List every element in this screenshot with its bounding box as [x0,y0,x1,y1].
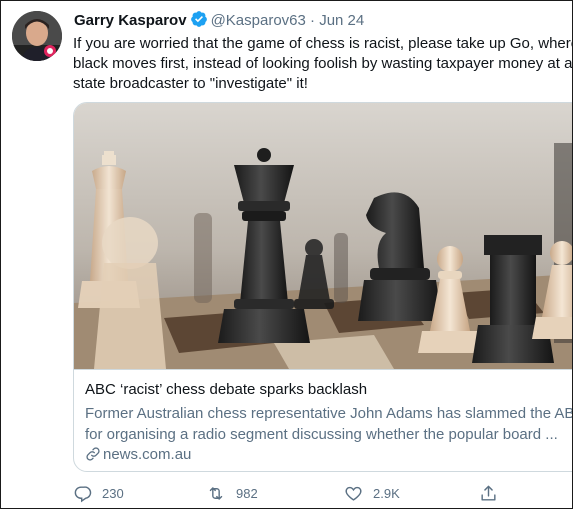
share-icon [479,484,498,503]
header-separator: · [310,12,316,29]
card-description-line: Former Australian chess representative J… [85,405,573,422]
link-icon [85,446,101,468]
heart-icon [344,484,363,503]
card-title[interactable]: ABC ‘racist’ chess debate sparks backlas… [85,380,367,400]
verified-badge-icon [190,10,208,35]
card-description-line: for organising a radio segment discussin… [85,426,558,443]
retweet-count: 982 [236,485,258,501]
like-count: 2.9K [373,485,400,501]
share-button[interactable] [479,481,498,505]
card-image[interactable] [74,103,572,369]
card-body[interactable]: ABC ‘racist’ chess debate sparks backlas… [74,369,573,471]
reply-icon [73,484,92,503]
link-preview-card[interactable]: ABC ‘racist’ chess debate sparks backlas… [73,102,573,472]
avatar[interactable] [12,11,62,61]
retweet-icon [206,484,226,503]
tweet-date[interactable]: Jun 24 [319,12,364,29]
reply-count: 230 [102,485,124,501]
like-button[interactable]: 2.9K [344,481,400,505]
retweet-button[interactable]: 982 [206,481,258,505]
tweet-frame: Garry Kasparov @Kasparov63 · Jun 24 If yo… [0,0,573,509]
tweet-text-line: If you are worried that the game of ches… [73,35,573,52]
author-name[interactable]: Garry Kasparov [74,12,187,29]
tweet-text: If you are worried that the game of ches… [73,34,573,94]
tweet-header: Garry Kasparov @Kasparov63 · Jun 24 [74,10,364,32]
tweet-actions: 230 982 2.9K [71,481,511,505]
card-domain[interactable]: news.com.au [85,445,191,468]
card-description: Former Australian chess representative J… [85,403,573,445]
author-handle[interactable]: @Kasparov63 [211,12,306,29]
reply-button[interactable]: 230 [73,481,124,505]
card-domain-text: news.com.au [103,446,192,463]
tweet-text-line: state broadcaster to "investigate" it! [73,75,308,92]
tweet-text-line: black moves first, instead of looking fo… [73,55,573,72]
